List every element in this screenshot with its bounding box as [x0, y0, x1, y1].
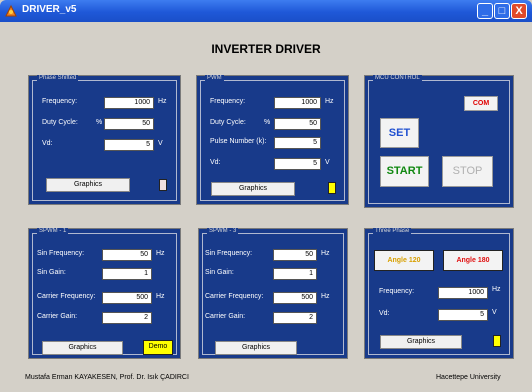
panel-title: SPWM - 1	[37, 228, 69, 234]
frequency-input[interactable]: 1000	[274, 97, 321, 109]
pwm-panel: PWM Frequency: 1000 Hz Duty Cycle: % 50 …	[196, 75, 349, 205]
duty-cycle-label: Duty Cycle:	[42, 119, 78, 126]
authors-text: Mustafa Erman KAYAKESEN, Prof. Dr. Isık …	[25, 374, 189, 381]
duty-percent-label: %	[264, 119, 271, 126]
vd-label: Vd:	[210, 159, 221, 166]
carrier-frequency-input[interactable]: 500	[102, 292, 152, 304]
three-phase-panel: Three Phase Angle 120 Angle 180 Frequenc…	[364, 228, 514, 359]
vd-unit: V	[158, 140, 163, 147]
panel-title: Three Phase	[373, 228, 412, 234]
maximize-button[interactable]: □	[494, 3, 510, 19]
duty-cycle-input[interactable]: 50	[274, 118, 321, 130]
pulse-number-label: Pulse Number (k):	[210, 138, 267, 145]
carrier-frequency-unit: Hz	[156, 293, 165, 300]
vd-input[interactable]: 5	[104, 139, 154, 151]
graphics-button[interactable]: Graphics	[46, 178, 130, 192]
carrier-gain-label: Carrier Gain:	[205, 313, 246, 320]
sin-frequency-label: Sin Frequency:	[205, 250, 253, 257]
duty-percent-label: %	[96, 119, 103, 126]
duty-cycle-label: Duty Cycle:	[210, 119, 246, 126]
sin-frequency-input[interactable]: 50	[102, 249, 152, 261]
vd-unit: V	[325, 159, 330, 166]
mcu-control-panel: MCU CONTROL COM SET START STOP	[364, 75, 514, 208]
spwm-3-panel: SPWM - 3 Sin Frequency: 50 Hz Sin Gain: …	[198, 228, 348, 359]
spwm-1-panel: SPWM - 1 Sin Frequency: 50 Hz Sin Gain: …	[28, 228, 181, 359]
panel-title: PWM	[205, 75, 224, 81]
sin-frequency-input[interactable]: 50	[273, 249, 317, 261]
panel-title: SPWM - 3	[207, 228, 239, 234]
frequency-unit: Hz	[492, 286, 501, 293]
angle-180-button[interactable]: Angle 180	[443, 250, 503, 271]
carrier-frequency-label: Carrier Frequency:	[205, 293, 264, 300]
set-button[interactable]: SET	[380, 118, 419, 148]
carrier-frequency-label: Carrier Frequency:	[37, 293, 96, 300]
frequency-label: Frequency:	[210, 98, 246, 105]
demo-button[interactable]: Demo	[143, 340, 173, 355]
window-title: DRIVER_v5	[22, 4, 77, 15]
vd-label: Vd:	[42, 140, 53, 147]
carrier-frequency-unit: Hz	[321, 293, 330, 300]
panel-title: MCU CONTROL	[373, 75, 422, 81]
sin-gain-label: Sin Gain:	[205, 269, 234, 276]
vd-unit: V	[492, 309, 497, 316]
close-button[interactable]: X	[511, 3, 527, 19]
window-titlebar[interactable]: DRIVER_v5 _ □ X	[0, 0, 532, 22]
start-button[interactable]: START	[380, 156, 429, 187]
com-button[interactable]: COM	[464, 96, 498, 111]
graphics-button[interactable]: Graphics	[215, 341, 297, 355]
university-text: Hacettepe University	[436, 374, 501, 381]
status-indicator	[328, 182, 336, 194]
stop-button[interactable]: STOP	[442, 156, 493, 187]
pulse-number-input[interactable]: 5	[274, 137, 321, 149]
sin-gain-label: Sin Gain:	[37, 269, 66, 276]
graphics-button[interactable]: Graphics	[42, 341, 123, 355]
minimize-button[interactable]: _	[477, 3, 493, 19]
duty-cycle-input[interactable]: 50	[104, 118, 154, 130]
frequency-unit: Hz	[325, 98, 334, 105]
graphics-button[interactable]: Graphics	[211, 182, 295, 196]
carrier-gain-input[interactable]: 2	[102, 312, 152, 324]
frequency-input[interactable]: 1000	[104, 97, 154, 109]
panel-title: Phase Shifted	[37, 75, 79, 81]
phase-shifted-panel: Phase Shifted Frequency: 1000 Hz Duty Cy…	[28, 75, 181, 205]
graphics-button[interactable]: Graphics	[380, 335, 462, 349]
vd-input[interactable]: 5	[438, 309, 488, 321]
status-indicator	[493, 335, 501, 347]
sin-gain-input[interactable]: 1	[102, 268, 152, 280]
angle-120-button[interactable]: Angle 120	[374, 250, 434, 271]
status-indicator	[159, 179, 167, 191]
frequency-unit: Hz	[158, 98, 167, 105]
sin-frequency-unit: Hz	[156, 250, 165, 257]
carrier-frequency-input[interactable]: 500	[273, 292, 317, 304]
frequency-label: Frequency:	[379, 288, 415, 295]
sin-frequency-unit: Hz	[321, 250, 330, 257]
frequency-input[interactable]: 1000	[438, 287, 488, 299]
carrier-gain-label: Carrier Gain:	[37, 313, 78, 320]
app-icon	[5, 4, 17, 17]
carrier-gain-input[interactable]: 2	[273, 312, 317, 324]
sin-frequency-label: Sin Frequency:	[37, 250, 85, 257]
vd-input[interactable]: 5	[274, 158, 321, 170]
vd-label: Vd:	[379, 310, 390, 317]
sin-gain-input[interactable]: 1	[273, 268, 317, 280]
frequency-label: Frequency:	[42, 98, 78, 105]
page-title: INVERTER DRIVER	[211, 42, 321, 56]
